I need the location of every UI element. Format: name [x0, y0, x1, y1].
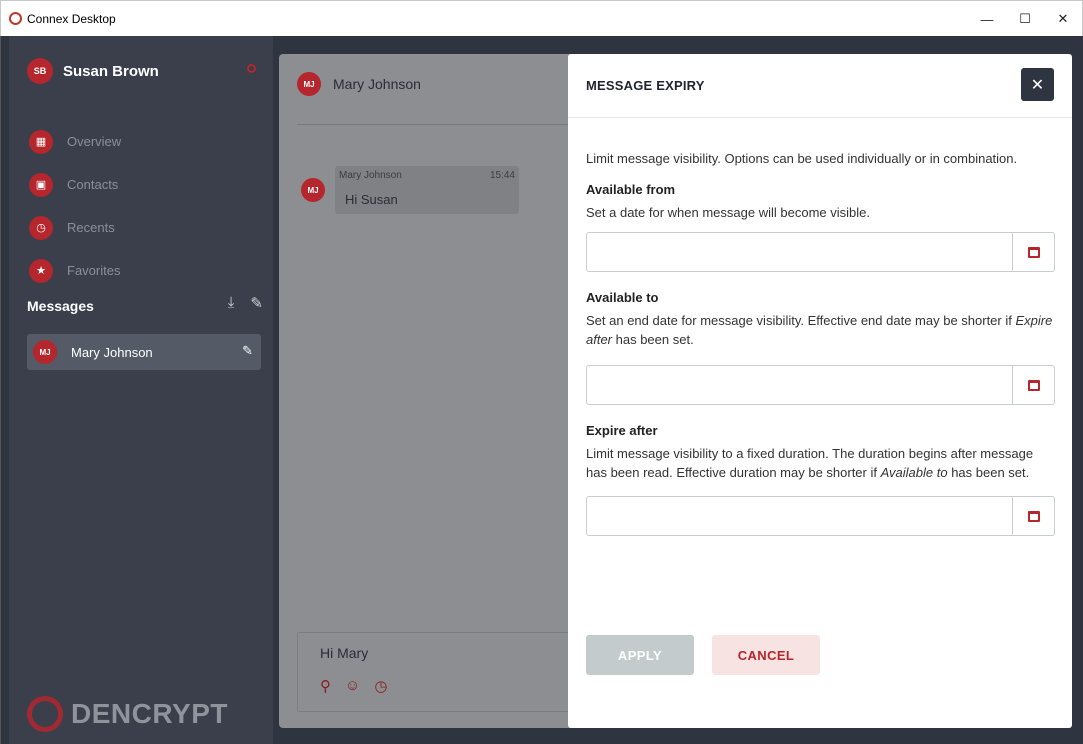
thread-name: Mary Johnson: [71, 344, 153, 360]
message-avatar-wrap: MJ: [301, 178, 325, 202]
close-dialog-button[interactable]: ✕: [1021, 68, 1054, 101]
star-icon: ★: [29, 258, 53, 283]
message-bubble: Mary Johnson 15:44 Hi Susan: [335, 166, 519, 214]
message-time: 15:44: [489, 170, 515, 181]
chat-panel: MJ Mary Johnson MJ Mary Johnson 15:44 Hi…: [279, 54, 579, 728]
calendar-icon: [1027, 246, 1040, 258]
messages-header: Messages ⤓ ✎: [27, 294, 263, 314]
expire-after-description-post: has been set.: [947, 465, 1030, 480]
available-to-description: Set an end date for message visibility. …: [586, 311, 1056, 349]
expire-after-heading: Expire after: [586, 423, 658, 438]
available-from-field: [586, 232, 1055, 272]
sidebar-nav: ▦ Overview ▣ Contacts ◷ Recents ★ Favori…: [29, 120, 121, 292]
message-composer[interactable]: Hi Mary ⚲ ☺ ◷: [297, 632, 579, 712]
compose-icon[interactable]: ✎: [250, 294, 263, 312]
contacts-icon: ▣: [29, 172, 53, 197]
dialog-body: Limit message visibility. Options can be…: [586, 149, 1056, 536]
available-to-field: [586, 365, 1055, 405]
chat-contact-name: Mary Johnson: [333, 76, 421, 92]
pencil-icon[interactable]: ✎: [242, 343, 253, 359]
expire-after-calendar-button[interactable]: [1012, 497, 1054, 535]
apply-button[interactable]: APPLY: [586, 635, 694, 675]
close-window-button[interactable]: ✕: [1044, 1, 1082, 37]
dialog-actions: APPLY CANCEL: [586, 635, 820, 675]
calendar-icon: [1027, 379, 1040, 391]
message-avatar: MJ: [301, 178, 325, 202]
available-to-calendar-button[interactable]: [1012, 366, 1054, 404]
thread-item[interactable]: MJ Mary Johnson ✎: [27, 334, 261, 370]
sidebar-item-label: Overview: [67, 134, 122, 149]
download-icon[interactable]: ⤓: [228, 294, 235, 312]
window-titlebar: Connex Desktop — ☐ ✕: [0, 0, 1083, 36]
contact-avatar: MJ: [297, 72, 321, 96]
available-to-description-pre: Set an end date for message visibility. …: [586, 313, 1016, 328]
chat-header: MJ Mary Johnson: [297, 72, 421, 96]
maximize-button[interactable]: ☐: [1006, 1, 1044, 37]
sidebar-item-overview[interactable]: ▦ Overview: [29, 120, 121, 163]
sidebar-item-contacts[interactable]: ▣ Contacts: [29, 163, 121, 206]
dialog-header: MESSAGE EXPIRY ✕: [568, 54, 1072, 118]
expire-after-field: [586, 496, 1055, 536]
available-to-heading: Available to: [586, 290, 659, 305]
attachment-icon[interactable]: ⚲: [320, 677, 331, 695]
app-logo-icon: [9, 12, 22, 25]
messages-actions: ⤓ ✎: [228, 294, 263, 312]
window-controls: — ☐ ✕: [968, 1, 1082, 37]
dialog-intro: Limit message visibility. Options can be…: [586, 151, 1018, 166]
expire-after-input[interactable]: [587, 497, 1007, 535]
clock-icon[interactable]: ◷: [374, 677, 387, 695]
user-profile[interactable]: SB Susan Brown: [27, 58, 159, 84]
calendar-icon: [1027, 510, 1040, 522]
brand-logo: DENCRYPT: [27, 696, 228, 732]
dialog-title: MESSAGE EXPIRY: [586, 78, 705, 93]
minimize-button[interactable]: —: [968, 1, 1006, 37]
expire-after-description-em: Available to: [880, 465, 948, 480]
message-sender: Mary Johnson: [339, 170, 402, 181]
dencrypt-logo-icon: [27, 696, 63, 732]
status-indicator-icon: [247, 64, 256, 73]
message-expiry-dialog: MESSAGE EXPIRY ✕ Limit message visibilit…: [568, 54, 1072, 728]
available-to-description-post: has been set.: [612, 332, 694, 347]
available-to-input[interactable]: [587, 366, 1007, 404]
available-from-heading: Available from: [586, 182, 676, 197]
divider: [297, 124, 579, 125]
emoji-icon[interactable]: ☺: [345, 677, 360, 695]
sidebar-item-label: Favorites: [67, 263, 121, 278]
composer-input[interactable]: Hi Mary: [320, 645, 368, 661]
user-avatar: SB: [27, 58, 53, 84]
sidebar-item-favorites[interactable]: ★ Favorites: [29, 249, 121, 292]
window-title: Connex Desktop: [27, 11, 116, 26]
message-text: Hi Susan: [345, 192, 398, 207]
logo-text: DENCRYPT: [71, 698, 228, 729]
sidebar-item-label: Contacts: [67, 177, 119, 192]
available-from-calendar-button[interactable]: [1012, 233, 1054, 271]
sidebar-item-recents[interactable]: ◷ Recents: [29, 206, 121, 249]
available-from-description: Set a date for when message will become …: [586, 205, 870, 220]
app-frame: SB Susan Brown ▦ Overview ▣ Contacts ◷ R…: [0, 36, 1083, 744]
sidebar: SB Susan Brown ▦ Overview ▣ Contacts ◷ R…: [9, 36, 273, 744]
grid-icon: ▦: [29, 129, 53, 154]
messages-title: Messages: [27, 298, 94, 314]
clock-icon: ◷: [29, 215, 53, 240]
thread-avatar: MJ: [33, 340, 57, 364]
cancel-button[interactable]: CANCEL: [712, 635, 820, 675]
user-name: Susan Brown: [63, 62, 159, 80]
composer-actions: ⚲ ☺ ◷: [320, 677, 387, 695]
sidebar-item-label: Recents: [67, 220, 115, 235]
expire-after-description: Limit message visibility to a fixed dura…: [586, 444, 1056, 482]
available-from-input[interactable]: [587, 233, 1007, 271]
